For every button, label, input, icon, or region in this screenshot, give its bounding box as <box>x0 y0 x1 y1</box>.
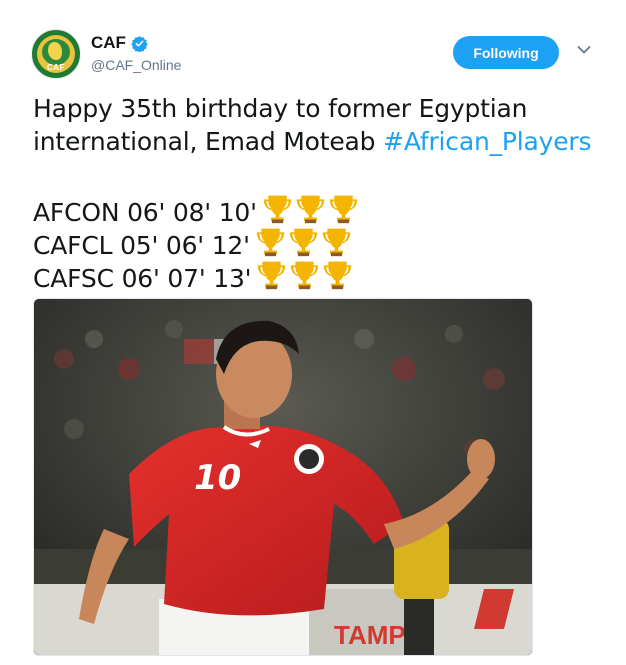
user-handle[interactable]: @CAF_Online <box>91 57 181 73</box>
following-button[interactable]: Following <box>453 36 559 69</box>
hashtag-link[interactable]: #African_Players <box>383 127 591 156</box>
avatar-logo-text: CAF <box>47 63 65 72</box>
trophy-icon <box>255 258 288 291</box>
verified-badge-icon <box>131 35 148 52</box>
trophy-icon <box>327 192 360 225</box>
tweet-text: Happy 35th birthday to former Egyptian i… <box>33 92 603 293</box>
africa-shape <box>48 42 62 60</box>
display-name[interactable]: CAF <box>91 33 126 53</box>
tweet-card: CAF CAF @CAF_Online Following Happy 35th… <box>0 0 626 665</box>
tweet-line: Happy 35th birthday to former Egyptian <box>33 94 528 123</box>
competition-label: CAFCL 05' 06' 12' <box>33 231 250 260</box>
competition-label: AFCON 06' 08' 10' <box>33 198 257 227</box>
name-row: CAF <box>91 33 148 53</box>
tweet-photo[interactable]: TAMPO 10 <box>33 298 533 656</box>
competition-label: CAFSC 06' 07' 13' <box>33 264 252 293</box>
trophy-icon <box>320 225 353 258</box>
trophy-icon <box>261 192 294 225</box>
competition-line: CAFCL 05' 06' 12' <box>33 225 603 260</box>
jersey-number: 10 <box>194 458 241 498</box>
avatar[interactable]: CAF <box>31 29 81 79</box>
trophy-icon <box>288 258 321 291</box>
competition-line: CAFSC 06' 07' 13' <box>33 258 603 293</box>
competition-line: AFCON 06' 08' 10' <box>33 192 603 227</box>
tweet-line-text: international, Emad Moteab <box>33 127 384 156</box>
trophy-group <box>255 258 354 299</box>
trophy-icon <box>294 192 327 225</box>
trophy-icon <box>254 225 287 258</box>
tweet-line: international, Emad Moteab #African_Play… <box>33 125 603 158</box>
player-photo: TAMPO 10 <box>34 299 532 655</box>
chevron-down-icon[interactable] <box>577 45 591 55</box>
trophy-icon <box>287 225 320 258</box>
trophy-icon <box>321 258 354 291</box>
